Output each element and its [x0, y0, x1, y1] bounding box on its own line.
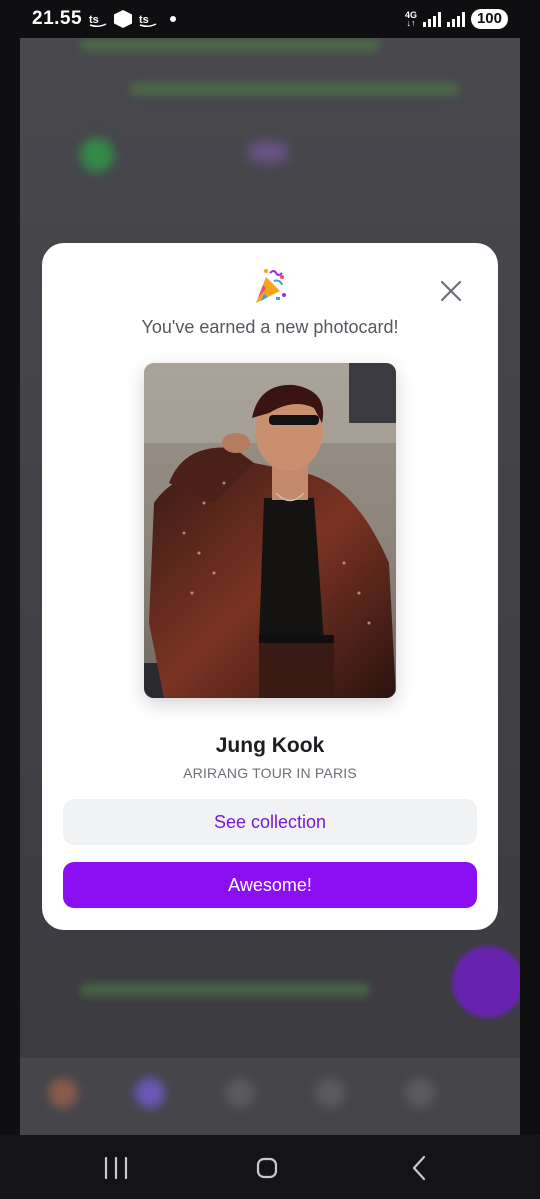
bg-nav-icon [225, 1078, 255, 1108]
home-icon[interactable] [247, 1153, 287, 1183]
close-icon[interactable] [436, 276, 466, 306]
status-bar: 21.55 ts ts 4G ↓↑ 100 [0, 0, 540, 38]
photocard-reward-modal: You've earned a new photocard! Jung Kook… [42, 243, 498, 930]
awesome-button[interactable]: Awesome! [63, 862, 477, 908]
back-icon[interactable] [400, 1153, 440, 1183]
svg-text:ts: ts [89, 14, 99, 26]
status-time: 21.55 [32, 8, 83, 29]
network-label: 4G ↓↑ [404, 10, 417, 28]
hexagon-app-icon [114, 10, 132, 28]
status-app-icons: ts ts [88, 10, 176, 28]
svg-text:ts: ts [139, 14, 149, 26]
status-right: 4G ↓↑ 100 [405, 9, 508, 29]
signal-icon-2 [446, 11, 465, 27]
ts-notification-icon-2: ts [138, 10, 158, 28]
bg-blur-bar [130, 82, 460, 96]
recent-apps-icon[interactable] [96, 1153, 136, 1183]
modal-heading: You've earned a new photocard! [141, 317, 399, 337]
system-nav-bar [0, 1135, 540, 1199]
bg-nav-icon [135, 1078, 165, 1108]
photocard-tour-name: ARIRANG TOUR IN PARIS [183, 765, 357, 781]
bg-blur-bar [80, 983, 370, 997]
see-collection-button[interactable]: See collection [63, 799, 477, 845]
bg-nav-icon [315, 1078, 345, 1108]
bg-blur-dot [80, 138, 114, 172]
photocard-member-name: Jung Kook [215, 734, 325, 757]
bg-blur-accent [248, 142, 288, 162]
bg-blur-bar [80, 38, 380, 52]
bg-nav-icon [48, 1078, 78, 1108]
bg-nav-icon [405, 1078, 435, 1108]
signal-icon [422, 11, 441, 27]
ts-notification-icon: ts [88, 10, 108, 28]
party-popper-icon [252, 267, 288, 305]
bg-floating-button [452, 946, 520, 1018]
notification-dot-icon [170, 16, 176, 22]
bg-bottom-nav [20, 1058, 520, 1135]
photocard-image [144, 363, 396, 698]
battery-indicator: 100 [470, 9, 508, 29]
